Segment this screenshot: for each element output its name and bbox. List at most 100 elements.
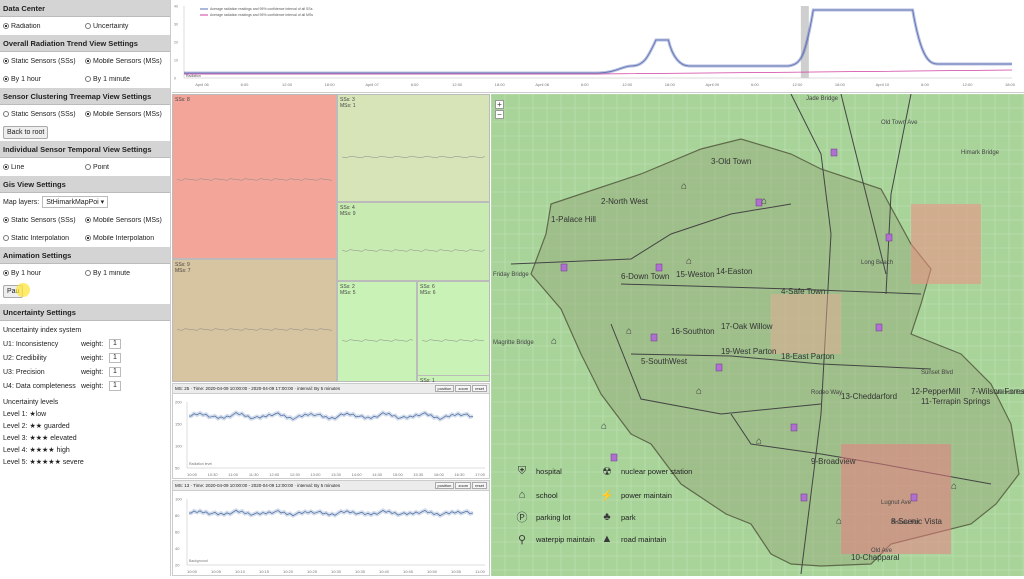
mobile-sensor-marker[interactable] [885,233,893,242]
radio-icon [3,23,9,29]
treemap-cell[interactable]: SSs: 1 [417,375,490,384]
mobile-sensor-marker[interactable] [790,423,798,432]
treemap-cell[interactable]: SSs: 6 MSs: 6 [417,281,490,382]
trend-ss-checkbox[interactable]: Static Sensors (SSs) [3,58,85,65]
panel-zoom-button[interactable]: zoom [455,482,472,489]
radio-icon [3,164,9,170]
mobile-sensor-marker[interactable] [715,363,723,372]
cell-label: SSs: 4 MSs: 9 [340,205,356,217]
cursor-highlight [16,283,30,297]
treemap-ms-radio[interactable]: Mobile Sensors (MSs) [85,111,167,118]
legend-label: parking lot [536,512,571,522]
mobile-sensor-marker[interactable] [875,323,883,332]
neighborhood-label[interactable]: 15-Weston [676,270,715,279]
back-to-root-button[interactable]: Back to root [3,125,49,139]
neighborhood-label[interactable]: 14-Easton [716,267,752,276]
x-tick-label: 10:25 [307,569,318,574]
neighborhood-label[interactable]: 17-Oak Willow [721,322,773,331]
zoom-out-button[interactable]: − [495,110,504,119]
neighborhood-label[interactable]: 3-Old Town [711,157,751,166]
x-tick-label: 12:00 [269,472,280,477]
panel-reset-button[interactable]: reset [472,482,487,489]
x-tick-label: 10:00 [187,569,198,574]
panel-position-button[interactable]: position [434,385,455,392]
treemap-cell[interactable]: SSs: 9 MSs: 7 [172,259,337,382]
hospital-icon: ⛨ [517,464,527,477]
x-tick-label: April 07 [365,82,379,87]
panel-zoom-button[interactable]: zoom [455,385,472,392]
neighborhood-label[interactable]: 6-Down Town [621,272,669,281]
weight-input[interactable]: 1 [109,367,121,377]
mobile-sensor-marker[interactable] [610,453,618,462]
treemap-cell[interactable]: SSs: 4 MSs: 9 [337,202,490,281]
neighborhood-label[interactable]: 10-Chapparal [851,553,900,562]
x-tick-label: 11:30 [249,472,259,477]
radio-icon [85,235,91,241]
neighborhood-label[interactable]: 2-North West [601,197,649,206]
park-icon: ♣ [603,511,611,523]
temporal-chart: 200 150 100 50 10:00 10:30 11:00 11:30 12:00 12:3… [175,400,486,478]
line-radio[interactable]: Line [3,164,85,171]
map-street-label: Old Ave [871,548,893,554]
treemap-ss-radio[interactable]: Static Sensors (SSs) [3,111,85,118]
gis-ms-checkbox[interactable]: Mobile Sensors (MSs) [85,217,167,224]
mobile-sensor-marker[interactable] [650,333,658,342]
static-interpolation-radio[interactable]: Static Interpolation [3,235,85,242]
point-radio[interactable]: Point [85,164,167,171]
panel-position-button[interactable]: position [434,482,455,489]
radio-icon [3,111,9,117]
poi-icon: ⌂ [696,386,702,397]
x-tick-label: 18:00 [665,82,676,87]
x-tick-label: 6:00 [411,82,420,87]
neighborhood-label[interactable]: 18-East Parton [781,352,834,361]
animation-settings-header: Animation Settings [0,247,170,264]
neighborhood-label[interactable]: 5-SouthWest [641,357,688,366]
anim-by-hour-radio[interactable]: By 1 hour [3,270,85,277]
x-tick-label: 16:30 [454,472,465,477]
mobile-sensor-marker[interactable] [910,493,918,502]
x-tick-label: 10:45 [403,569,414,574]
anim-by-minute-radio[interactable]: By 1 minute [85,270,167,277]
treemap-cell[interactable]: SSs: 3 MSs: 1 [337,94,490,202]
neighborhood-label[interactable]: 11-Terrapin Springs [921,397,990,406]
treemap-cell[interactable]: SSs: 2 MSs: 5 [337,281,417,382]
poi-icon: ⌂ [626,326,632,337]
neighborhood-label[interactable]: 16-Southton [671,327,715,336]
mobile-sensor-marker[interactable] [560,263,568,272]
mobile-interpolation-radio[interactable]: Mobile Interpolation [85,235,167,242]
weight-input[interactable]: 1 [109,381,121,391]
sparkline [341,249,486,252]
neighborhood-label[interactable]: 13-Cheddarford [841,392,897,401]
gis-map-view[interactable]: 1-Palace Hill 2-North West 3-Old Town 4-Saf… [491,94,1024,576]
gis-ss-checkbox[interactable]: Static Sensors (SSs) [3,217,85,224]
treemap-cell[interactable]: SSs: 8 [172,94,337,259]
mobile-sensor-marker[interactable] [655,263,663,272]
x-tick-label: 6:00 [241,82,250,87]
weight-input[interactable]: 1 [109,353,121,363]
mobile-sensor-marker[interactable] [800,493,808,502]
trend-by-hour-radio[interactable]: By 1 hour [3,76,85,83]
zoom-in-button[interactable]: + [495,100,504,109]
neighborhood-label[interactable]: 9-Broadview [811,457,856,466]
legend-item: ▲ road maintain [600,532,667,546]
weight-input[interactable]: 1 [109,339,121,349]
map-layers-select[interactable]: StHimarkMapPoi ▾ [42,196,109,208]
x-tick-label: 18:00 [325,82,336,87]
panel-reset-button[interactable]: reset [472,385,487,392]
legend-label: school [536,490,558,500]
mobile-sensor-marker[interactable] [830,148,838,157]
neighborhood-label[interactable]: 12-PepperMill [911,387,961,396]
trend-ms-checkbox[interactable]: Mobile Sensors (MSs) [85,58,167,65]
neighborhood-label[interactable]: 4-Safe Town [781,287,825,296]
legend-item: ⚲ waterpip maintain [515,532,595,546]
uncertainty-radio[interactable]: Uncertainty [85,23,167,30]
settings-sidebar: Data Center Radiation Uncertainty Overal… [0,0,171,576]
neighborhood-label[interactable]: 19-West Parton [721,347,776,356]
trend-by-minute-radio[interactable]: By 1 minute [85,76,167,83]
neighborhood-label[interactable]: 1-Palace Hill [551,215,596,224]
x-tick-label: 12:00 [452,82,463,87]
radiation-radio[interactable]: Radiation [3,23,85,30]
y-tick-label: 0 [174,77,176,81]
index-label: U2: Credibility [3,354,47,362]
map-street-label: Rodeo Way [811,390,842,396]
